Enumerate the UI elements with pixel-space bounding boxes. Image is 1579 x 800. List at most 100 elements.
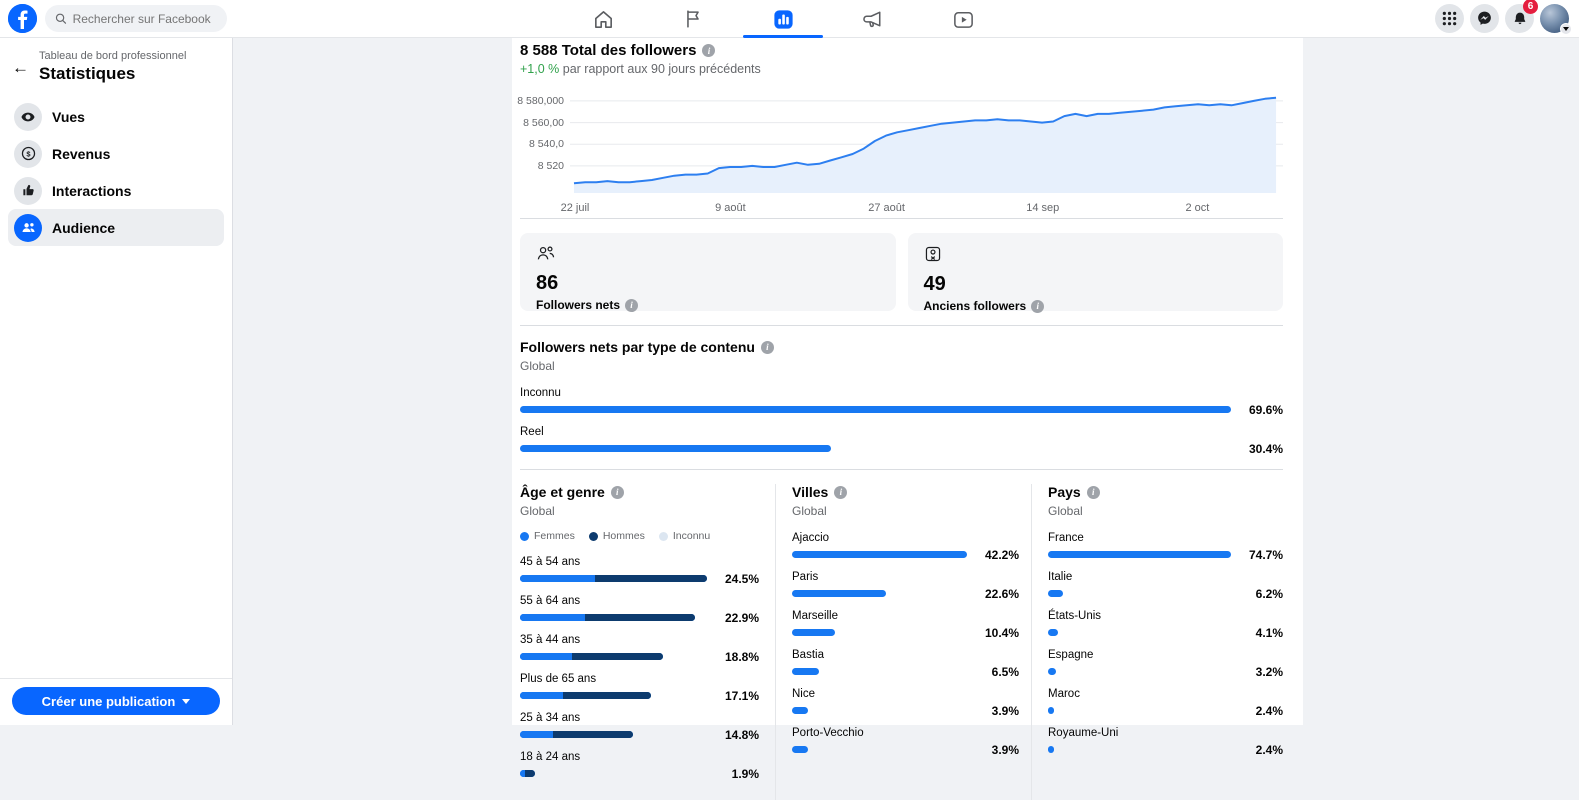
sidebar-item-vues[interactable]: Vues [8, 98, 224, 135]
bar [1048, 590, 1063, 597]
bar-track [520, 692, 707, 699]
insights-bar-chart-icon [772, 8, 795, 31]
sidebar-item-audience[interactable]: Audience [8, 209, 224, 246]
bar-row-label: Plus de 65 ans [520, 673, 759, 685]
scope-label: Global [1048, 504, 1283, 518]
legend-item-inconnu: Inconnu [659, 530, 710, 542]
cities-column: Villes i Global Ajaccio42.2%Paris22.6%Ma… [776, 484, 1032, 800]
search-box[interactable] [45, 5, 227, 32]
bar-row-label: Inconnu [520, 387, 1283, 399]
bar-row-percent: 3.9% [975, 704, 1019, 718]
bar-row-percent: 24.5% [715, 572, 759, 586]
stacked-bar [520, 575, 707, 582]
tab-pages[interactable] [648, 0, 738, 38]
bar [792, 551, 967, 558]
sidebar-item-revenus[interactable]: $ Revenus [8, 135, 224, 172]
legend-item-femmes: Femmes [520, 530, 575, 542]
bar-row-line: 74.7% [1048, 548, 1283, 561]
tab-ads[interactable] [828, 0, 918, 38]
profile-avatar[interactable] [1540, 4, 1569, 33]
main-nav-tabs [558, 0, 1008, 38]
bar-row-percent: 2.4% [1239, 704, 1283, 718]
tab-home[interactable] [558, 0, 648, 38]
thumb-up-icon [14, 177, 42, 205]
top-navigation-bar: 6 [0, 0, 1579, 38]
bar-row-line: 30.4% [520, 442, 1283, 455]
legend-dot-icon [659, 532, 668, 541]
bar-track [1048, 746, 1231, 753]
bar-track [1048, 551, 1231, 558]
chart-plot-area [570, 90, 1283, 200]
bar-row: 25 à 34 ans 14.8% [520, 712, 759, 741]
bar-track [520, 653, 707, 660]
bar-row: Maroc2.4% [1048, 688, 1283, 717]
legend-label: Inconnu [673, 530, 710, 542]
active-tab-indicator [743, 35, 823, 38]
bar-row-label: Marseille [792, 610, 1019, 622]
x-axis-tick-label: 14 sep [1026, 202, 1059, 214]
sidebar-item-label: Interactions [52, 183, 131, 199]
bar-track [1048, 707, 1231, 714]
search-icon [55, 12, 67, 25]
countries-column: Pays i Global France74.7%Italie6.2%États… [1032, 484, 1283, 800]
ads-megaphone-icon [862, 8, 885, 31]
bar-row-percent: 17.1% [715, 689, 759, 703]
bar-row-label: Reel [520, 426, 1283, 438]
bar-row-percent: 42.2% [975, 548, 1019, 562]
bar-row-percent: 74.7% [1239, 548, 1283, 562]
femmes-segment [520, 731, 553, 738]
facebook-f-icon [8, 4, 37, 33]
bar-row: Plus de 65 ans 17.1% [520, 673, 759, 702]
bar [792, 707, 808, 714]
bar-track [520, 575, 707, 582]
followers-chart-subtitle: +1,0 % par rapport aux 90 jours précéden… [520, 62, 1283, 76]
bar-row-line: 22.9% [520, 611, 759, 624]
tab-video[interactable] [918, 0, 1008, 38]
bar-row-line: 24.5% [520, 572, 759, 585]
followers-nets-label: Followers nets [536, 298, 620, 312]
bar-row-line: 42.2% [792, 548, 1019, 561]
create-post-label: Créer une publication [42, 694, 176, 709]
menu-grid-button[interactable] [1435, 4, 1464, 33]
bar-row-label: 25 à 34 ans [520, 712, 759, 724]
net-by-content-section: Followers nets par type de contenu i Glo… [520, 326, 1283, 469]
breadcrumb: Tableau de bord professionnel [39, 50, 186, 62]
tab-insights[interactable] [738, 0, 828, 38]
bar-row-line: 4.1% [1048, 626, 1283, 639]
notifications-button[interactable]: 6 [1505, 4, 1534, 33]
hommes-segment [553, 731, 633, 738]
divider [520, 218, 1283, 219]
video-watch-icon [952, 8, 975, 31]
create-post-button[interactable]: Créer une publication [12, 687, 220, 715]
info-icon[interactable]: i [1087, 486, 1100, 499]
bar-row-line: 14.8% [520, 728, 759, 741]
bar-row-line: 3.2% [1048, 665, 1283, 678]
anciens-followers-label: Anciens followers [924, 299, 1027, 313]
info-icon[interactable]: i [834, 486, 847, 499]
chevron-down-icon [1560, 23, 1572, 35]
bar-row-line: 1.9% [520, 767, 759, 780]
sidebar-item-interactions[interactable]: Interactions [8, 172, 224, 209]
chart-y-axis: 8 580,0008 560,008 540,08 520 [520, 90, 564, 200]
bar-row-line: 10.4% [792, 626, 1019, 639]
y-axis-tick-label: 8 580,000 [517, 95, 564, 107]
bar-row-line: 22.6% [792, 587, 1019, 600]
info-icon[interactable]: i [611, 486, 624, 499]
facebook-logo[interactable] [8, 4, 37, 33]
legend-item-hommes: Hommes [589, 530, 645, 542]
info-icon[interactable]: i [625, 299, 638, 312]
bar-row-label: Porto-Vecchio [792, 727, 1019, 739]
back-arrow-icon[interactable]: ← [12, 58, 29, 78]
scope-label: Global [792, 504, 1019, 518]
stacked-bar [520, 614, 695, 621]
search-input[interactable] [73, 12, 217, 26]
info-icon[interactable]: i [1031, 300, 1044, 313]
messenger-button[interactable] [1470, 4, 1499, 33]
bar [792, 668, 819, 675]
info-icon[interactable]: i [702, 44, 715, 57]
sidebar-item-label: Vues [52, 109, 85, 125]
bar-row-line: 6.2% [1048, 587, 1283, 600]
info-icon[interactable]: i [761, 341, 774, 354]
bar-row: 18 à 24 ans1.9% [520, 751, 759, 780]
bar-row-line: 17.1% [520, 689, 759, 702]
